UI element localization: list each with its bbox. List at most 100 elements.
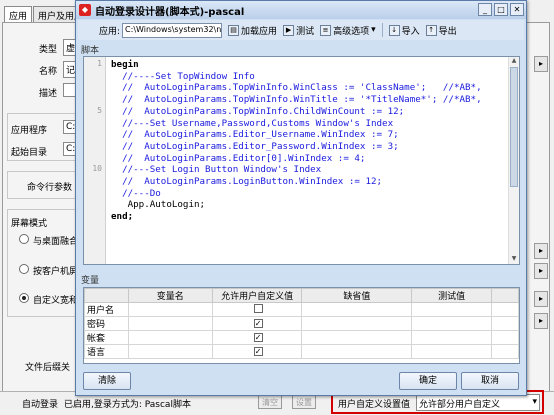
autologin-label: 自动登录 (22, 400, 59, 410)
code-line: //---Set Login Button Window's Index (111, 164, 322, 176)
allow-custom-checkbox[interactable]: ✓ (253, 346, 263, 356)
row-allow-custom-cell (211, 302, 303, 317)
code-line: // AutoLoginParams.TopWinInfo.WinClass :… (111, 82, 482, 94)
code-line: App.AutoLogin; (111, 199, 206, 211)
code-line: // AutoLoginParams.Editor[0].WinIndex :=… (111, 152, 366, 164)
row-test-cell[interactable] (411, 330, 493, 345)
row-allow-custom-cell: ✓ (211, 344, 303, 359)
name-label: 名称 (39, 67, 58, 77)
dialog-titlebar[interactable]: ◆ 自动登录设计器(脚本式)-pascal _ □ ✕ (76, 1, 526, 19)
app-icon: ◆ (79, 4, 91, 16)
clear-button[interactable]: 清除 (83, 372, 131, 390)
tab-app[interactable]: 应用 (4, 6, 33, 22)
col-filler (491, 288, 519, 303)
type-label: 类型 (39, 45, 58, 55)
import-label: 导入 (401, 26, 420, 37)
code-line: // AutoLoginParams.TopWinInfo.ChildWinCo… (111, 105, 405, 117)
test-icon: ▶ (283, 24, 295, 36)
cmdargs-label: 命令行参数 (27, 183, 73, 193)
row-varname-cell[interactable] (127, 302, 213, 317)
side-button-5[interactable]: ▸ (534, 313, 548, 329)
test-button[interactable]: ▶ 测试 (283, 24, 314, 37)
row-filler-cell (491, 302, 519, 317)
row-name: 用户名 (84, 302, 129, 317)
scroll-thumb[interactable] (510, 67, 518, 187)
row-default-cell[interactable] (301, 302, 413, 317)
table-row[interactable]: 密码 ✓ (84, 316, 519, 331)
col-allow-custom: 允许用户自定义值 (211, 288, 303, 303)
vars-section-label: 变量 (81, 276, 100, 286)
radio-client-label: 按客户机屏 (33, 267, 79, 277)
scroll-up-icon[interactable]: ▲ (509, 57, 519, 66)
side-button-3[interactable]: ▸ (534, 263, 548, 279)
load-app-button[interactable]: ▤ 加载应用 (228, 24, 277, 37)
table-row[interactable]: 帐套 ✓ (84, 330, 519, 345)
row-varname-cell[interactable] (127, 344, 213, 359)
col-varname: 变量名 (127, 288, 213, 303)
import-button[interactable]: ↓ 导入 (388, 24, 420, 37)
desc-label: 描述 (39, 89, 58, 99)
post-label: 文件后缀关 (25, 363, 71, 373)
radio-desktop[interactable] (19, 234, 29, 244)
row-default-cell[interactable] (301, 330, 413, 345)
advanced-icon: ≡ (320, 24, 332, 36)
grid-corner (84, 288, 129, 303)
minimize-button[interactable]: _ (478, 3, 492, 16)
setup-mini-button[interactable]: 设置 (292, 395, 316, 409)
allow-custom-checkbox[interactable] (253, 303, 263, 313)
code-line: //---Set Username,Password,Customs Windo… (111, 117, 394, 129)
row-filler-cell (491, 330, 519, 345)
row-name: 密码 (84, 316, 129, 331)
code-line: end; (111, 211, 134, 223)
code-line: //---Do (111, 187, 161, 199)
import-icon: ↓ (388, 24, 400, 36)
table-row[interactable]: 语言 ✓ (84, 344, 519, 359)
close-button[interactable]: ✕ (510, 3, 524, 16)
row-filler-cell (491, 316, 519, 331)
radio-custom-label: 自定义宽和 (33, 296, 79, 306)
variables-grid[interactable]: 变量名 允许用户自定义值 缺省值 测试值 用户名 密码 ✓ 帐套 ✓ 语言 ✓ (83, 287, 520, 364)
editor-scrollbar[interactable]: ▲ ▼ (508, 57, 519, 264)
maximize-button[interactable]: □ (494, 3, 508, 16)
screen-mode-title: 屏幕模式 (11, 219, 48, 229)
row-test-cell[interactable] (411, 316, 493, 331)
ok-button[interactable]: 确定 (399, 372, 457, 390)
code-area[interactable]: begin //----Set TopWindow Info // AutoLo… (111, 59, 511, 223)
row-varname-cell[interactable] (127, 330, 213, 345)
code-line: begin (111, 59, 139, 70)
line-number: 10 (92, 164, 102, 174)
radio-custom[interactable] (19, 293, 29, 303)
row-varname-cell[interactable] (127, 316, 213, 331)
side-button-2[interactable]: ▸ (534, 243, 548, 259)
line-number: 1 (97, 59, 102, 68)
row-name: 语言 (84, 344, 129, 359)
row-allow-custom-cell: ✓ (211, 330, 303, 345)
dialog-title: 自动登录设计器(脚本式)-pascal (95, 6, 245, 18)
clear-mini-button[interactable]: 清空 (258, 395, 282, 409)
radio-desktop-label: 与桌面融合 (33, 237, 79, 247)
radio-client[interactable] (19, 264, 29, 274)
scroll-down-icon[interactable]: ▼ (509, 255, 519, 264)
row-default-cell[interactable] (301, 316, 413, 331)
script-editor[interactable]: 1 5 10 begin //----Set TopWindow Info // A… (83, 56, 520, 265)
allow-custom-checkbox[interactable]: ✓ (253, 332, 263, 342)
allow-custom-checkbox[interactable]: ✓ (253, 318, 263, 328)
row-default-cell[interactable] (301, 344, 413, 359)
row-test-cell[interactable] (411, 344, 493, 359)
cancel-button[interactable]: 取消 (461, 372, 519, 390)
window-controls: _ □ ✕ (476, 3, 524, 16)
side-button-4[interactable]: ▸ (534, 291, 548, 307)
export-label: 导出 (438, 26, 457, 37)
table-row[interactable]: 用户名 (84, 302, 519, 317)
line-gutter: 1 5 10 (84, 57, 106, 264)
grid-header-row: 变量名 允许用户自定义值 缺省值 测试值 (84, 288, 519, 303)
app-path-input[interactable]: C:\Windows\system32\note (122, 22, 223, 38)
advanced-options-button[interactable]: ≡ 高级选项 ▾ (320, 24, 376, 37)
export-button[interactable]: ↑ 导出 (425, 24, 457, 37)
load-app-icon: ▤ (228, 24, 240, 36)
row-filler-cell (491, 344, 519, 359)
row-name: 帐套 (84, 330, 129, 345)
row-test-cell[interactable] (411, 302, 493, 317)
side-button-1[interactable]: ▸ (534, 56, 548, 72)
autologin-status: 已启用,登录方式为: Pascal脚本 (64, 400, 191, 410)
